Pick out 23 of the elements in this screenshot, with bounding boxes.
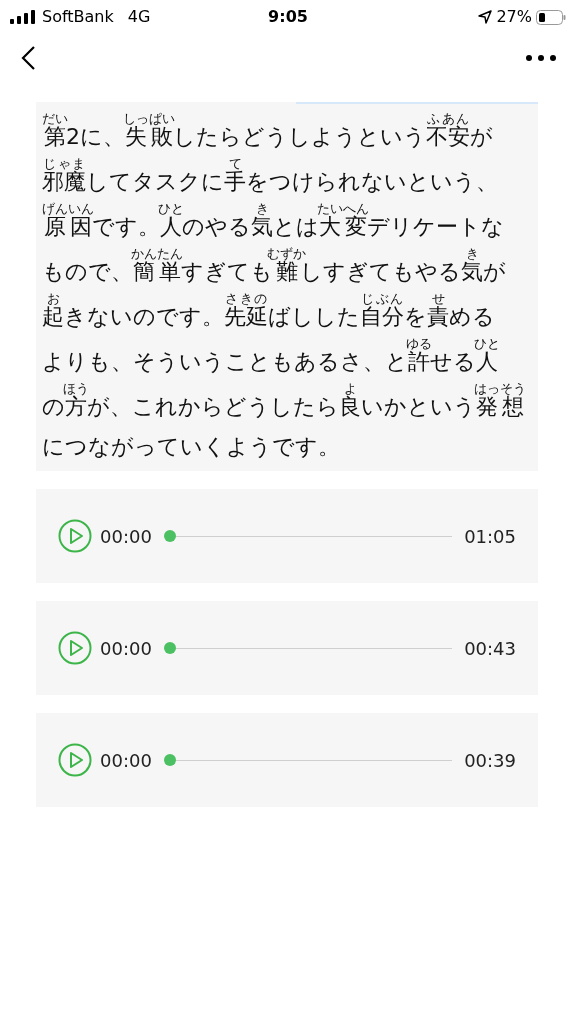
signal-icon [10,10,36,24]
progress-thumb[interactable] [163,530,176,542]
play-button[interactable] [58,631,92,665]
progress-thumb[interactable] [163,754,176,766]
battery-icon [536,9,566,25]
network-type: 4G [127,6,151,28]
progress-thumb[interactable] [163,642,176,654]
passage-text: 第 だい 2に、失敗 しっぱい したらどうしようという 不安 ふあん が 邪魔 じゃま してタスクに手 て をつけられないという、 原因 げんいん です。人 ひと のやる気 き とは大変 たいへん デリケートな もので、簡単 かんたん すぎても 難 むずか しすぎてもやる気 き が 起 お きないのです。先延 さきの ばしした 自分 じぶん を責 せ める よりも、そういうこともあるさ、と 許 ゆる せる人 ひと の方 ほう が、これからどうしたら 良 よ いかという 発想 はっそう につながっていくようです。 [42,110,527,461]
elapsed-time: 00:00 [100,748,152,773]
elapsed-time: 00:00 [100,636,152,661]
progress-track[interactable] [163,530,453,542]
play-button[interactable] [58,743,92,777]
location-arrow-icon [478,10,493,24]
play-button[interactable] [58,519,92,553]
progress-track[interactable] [163,754,453,766]
progress-track[interactable] [163,642,453,654]
carrier-name: SoftBank [42,6,114,28]
elapsed-time: 00:00 [100,524,152,549]
duration-time: 00:43 [464,636,516,661]
clock-time: 9:05 [268,6,308,28]
battery-percent: 27% [496,6,532,28]
duration-time: 00:39 [464,748,516,773]
duration-time: 01:05 [464,524,516,549]
